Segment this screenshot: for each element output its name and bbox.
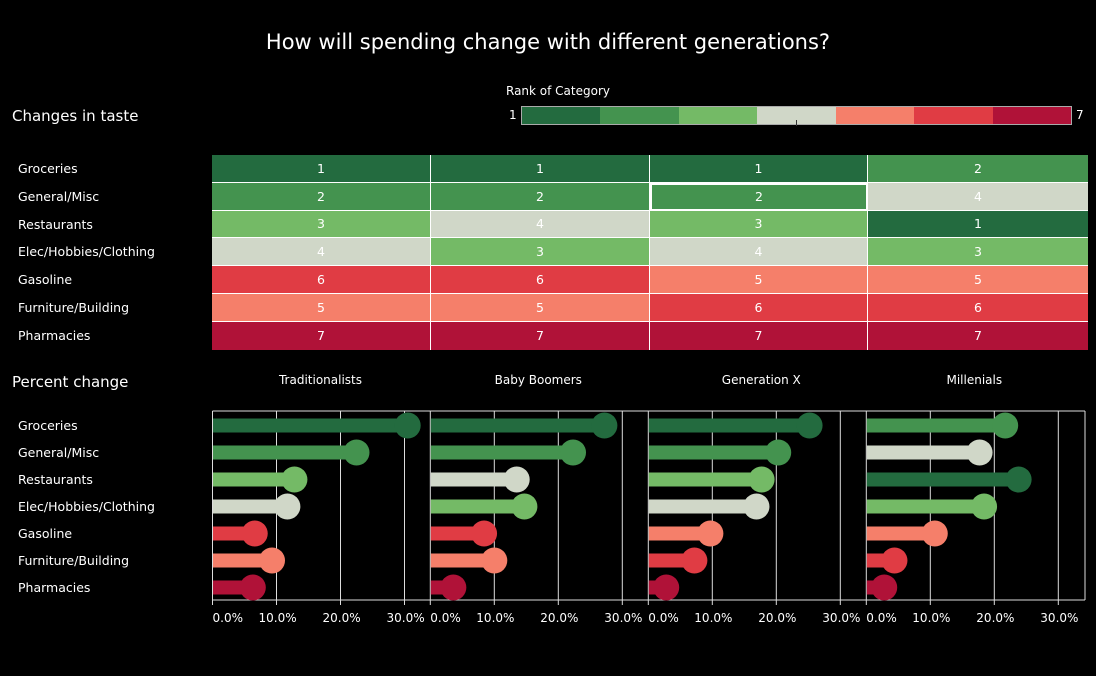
x-tick-label: 0.0% (648, 611, 679, 625)
lollipop-stem (430, 418, 605, 433)
lollipop-head (239, 574, 266, 601)
x-tick-label: 30.0% (604, 611, 642, 625)
lollipop-head (259, 547, 286, 574)
lollipop-head (992, 412, 1019, 439)
x-tick-label: 30.0% (1040, 611, 1078, 625)
lollipop-head (481, 547, 508, 574)
lollipop-stem (648, 499, 757, 514)
lollipop-stem (866, 472, 1020, 487)
lollipop-stem (648, 418, 811, 433)
x-tick-label: 10.0% (694, 611, 732, 625)
lollipop-head (748, 466, 775, 493)
lollipop-head (966, 439, 993, 466)
lollipop-stem (866, 445, 981, 460)
lollipop-stem (866, 418, 1006, 433)
x-tick-label: 0.0% (866, 611, 897, 625)
x-tick-label: 30.0% (822, 611, 860, 625)
lollipop-head (653, 574, 680, 601)
x-tick-label: 20.0% (976, 611, 1014, 625)
lollipop-stem (213, 418, 409, 433)
lollipop-head (921, 520, 948, 547)
x-tick-label: 10.0% (476, 611, 514, 625)
lollipop-head (440, 574, 467, 601)
lollipop-head (765, 439, 792, 466)
lollipop-head (503, 466, 530, 493)
lollipop-stem (430, 499, 525, 514)
lollipop-head (1005, 466, 1032, 493)
percent-change-lollipop-chart: 0.0% 10.0% 20.0% 30.0% 0.0% 10.0% 20.0% 30.0% 0.… (212, 410, 1086, 625)
lollipop-stem (648, 445, 779, 460)
lollipop-head (281, 466, 308, 493)
lollipop-stem (430, 445, 574, 460)
x-tick-label: 0.0% (213, 611, 244, 625)
lollipop-head (394, 412, 421, 439)
x-tick-label: 30.0% (387, 611, 425, 625)
lollipop-stem (648, 472, 763, 487)
lollipop-head (971, 493, 998, 520)
lollipop-head (274, 493, 301, 520)
lollipop-head (560, 439, 587, 466)
x-tick-label: 10.0% (912, 611, 950, 625)
lollipop-stem (866, 499, 985, 514)
lollipop-head (743, 493, 770, 520)
x-tick-label: 0.0% (430, 611, 461, 625)
lollipop-head (343, 439, 370, 466)
lollipop-head (697, 520, 724, 547)
lollipop-head (241, 520, 268, 547)
x-tick-label: 20.0% (540, 611, 578, 625)
x-tick-label: 20.0% (758, 611, 796, 625)
lollipop-head (681, 547, 708, 574)
lollipop-head (881, 547, 908, 574)
lollipop-head (511, 493, 538, 520)
lollipop-stem (213, 445, 357, 460)
x-tick-label: 20.0% (323, 611, 361, 625)
lollipop-head (871, 574, 898, 601)
lollipop-head (471, 520, 498, 547)
x-tick-label: 10.0% (259, 611, 297, 625)
lollipop-head (591, 412, 618, 439)
lollipop-head (796, 412, 823, 439)
